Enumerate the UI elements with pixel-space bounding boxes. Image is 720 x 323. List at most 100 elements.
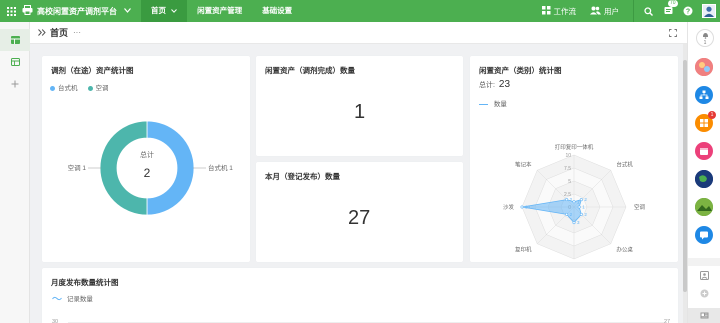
card-title: 月度发布数量统计图 — [51, 278, 119, 287]
toolbar-divider — [633, 0, 634, 22]
notification-button[interactable]: 1 — [696, 29, 714, 47]
user-avatar[interactable] — [702, 4, 716, 18]
more-options-button[interactable]: ··· — [73, 28, 81, 37]
left-sidebar — [0, 22, 30, 323]
radar-category-label: 办公桌 — [616, 245, 633, 253]
calendar-icon — [700, 148, 708, 155]
rail-bottom-button[interactable] — [688, 308, 720, 323]
donut-slice-台式机[interactable] — [146, 120, 195, 216]
message-count-badge: 70 — [668, 0, 678, 7]
radar-category-label: 复印机 — [515, 245, 532, 253]
apps-grid-icon[interactable] — [0, 0, 22, 22]
transfer-completed-card: 闲置资产（调剂完成）数量 1 — [256, 56, 463, 156]
radar-tick-label: 7.5 — [564, 166, 571, 172]
app-add[interactable] — [695, 284, 713, 302]
monthly-registered-count: 27 — [348, 207, 371, 229]
rail-divider — [688, 258, 720, 266]
radar-category-label: 空调 — [634, 203, 646, 211]
app-chat[interactable] — [695, 226, 713, 244]
main-nav: 首页 闲置资产管理 基础设置 — [141, 0, 302, 22]
radar-tick-label: 10 — [565, 153, 571, 159]
chevron-down-icon[interactable] — [124, 7, 131, 15]
app-landscape[interactable] — [695, 198, 713, 216]
table-icon — [10, 58, 20, 66]
radar-chart: 02.557.510121232102打印复印一体机台式机空调办公桌打印机复印机… — [503, 143, 646, 260]
help-icon[interactable]: ? — [682, 5, 694, 17]
brand-title: 高校闲置资产调剂平台 — [37, 6, 117, 16]
apps-icon — [700, 119, 708, 127]
add-nav-item[interactable] — [0, 73, 30, 95]
dashboard-nav-item[interactable] — [0, 29, 30, 51]
donut-total-value: 2 — [144, 166, 151, 180]
nav-idle-assets[interactable]: 闲置资产管理 — [187, 0, 252, 22]
bell-icon — [702, 33, 708, 39]
app-calendar[interactable] — [695, 142, 713, 160]
monthly-trend-card: 月度发布数量统计图 记录数量 30 27 — [42, 268, 678, 323]
id-card-icon — [700, 312, 709, 319]
plus-icon — [11, 80, 19, 88]
radar-point-办公桌[interactable] — [579, 212, 583, 216]
page-header: 首页 ··· — [30, 22, 687, 44]
donut-total-label: 总计 — [140, 150, 154, 159]
radar-category-label: 笔记本 — [515, 161, 532, 169]
users-icon — [590, 6, 601, 17]
radar-point-台式机[interactable] — [579, 198, 583, 202]
radar-category-label: 打印复印一体机 — [555, 143, 594, 151]
search-icon[interactable] — [642, 5, 654, 17]
top-navbar: 高校闲置资产调剂平台 首页 闲置资产管理 基础设置 工作流 用户 70 ? — [0, 0, 720, 22]
dashboard-icon — [10, 36, 20, 44]
contact-card-icon — [699, 270, 709, 280]
radar-category-label: 台式机 — [616, 161, 633, 169]
right-app-rail: 1 1 — [687, 22, 720, 323]
app-avatar-colorful[interactable] — [695, 58, 713, 76]
trend-legend[interactable]: 记录数量 — [52, 293, 93, 303]
radar-point-打印复印一体机[interactable] — [572, 200, 576, 204]
notification-count: 1 — [703, 40, 707, 46]
radar-point-笔记本[interactable] — [565, 198, 569, 202]
top-right-tools: 工作流 用户 70 ? — [541, 0, 720, 22]
monthly-registered-card: 本月（登记发布）数量 27 — [256, 162, 463, 262]
fullscreen-icon[interactable] — [669, 29, 677, 37]
donut-label-desktop: 台式机 1 — [208, 163, 233, 172]
app-org-chart[interactable] — [695, 86, 713, 104]
message-icon — [664, 6, 673, 17]
transfer-in-transit-card: 调剂（在途）资产统计图 台式机 空调 总计 2 空调 1 台式机 1 — [42, 56, 250, 262]
card-title: 闲置资产（调剂完成）数量 — [265, 66, 355, 75]
printer-icon — [22, 5, 33, 17]
radar-tick-label: 5 — [568, 179, 571, 185]
radar-point-复印机[interactable] — [565, 212, 569, 216]
message-button[interactable]: 70 — [662, 0, 678, 17]
double-chevron-right-icon[interactable] — [38, 28, 46, 38]
app-contact-card[interactable] — [695, 266, 713, 284]
svg-text:?: ? — [686, 9, 690, 16]
transfer-completed-count: 1 — [354, 101, 366, 123]
trend-axis-left-tick: 30 — [52, 319, 59, 323]
nav-home[interactable]: 首页 — [141, 0, 188, 22]
main-content: 首页 ··· 调剂（在途）资产统计图 台式机 空调 总计 2 空调 1 台式机 … — [30, 22, 687, 323]
app-earth[interactable] — [695, 170, 713, 188]
user-button[interactable]: 用户 — [590, 6, 619, 17]
chat-icon — [700, 231, 708, 240]
radar-value-label: 10 — [525, 205, 531, 210]
category-stats-card: 闲置资产（类别）统计图 总计: 23 数量 02.557.51012123210… — [470, 56, 678, 262]
radar-category-label: 沙发 — [503, 203, 515, 211]
page-title: 首页 — [50, 28, 69, 38]
donut-slice-空调[interactable] — [99, 120, 148, 216]
app-badge: 1 — [708, 111, 716, 119]
nav-basic-settings[interactable]: 基础设置 — [252, 0, 302, 22]
radar-point-打印机[interactable] — [572, 221, 576, 225]
table-nav-item[interactable] — [0, 51, 30, 73]
wave-icon — [52, 296, 62, 303]
plus-circle-icon — [700, 289, 708, 297]
workflow-icon — [541, 5, 551, 17]
donut-label-aircon: 空调 1 — [68, 163, 87, 172]
app-brand[interactable]: 高校闲置资产调剂平台 — [22, 5, 131, 17]
trend-axis-right-tick: 27 — [664, 319, 671, 323]
app-grid-orange[interactable]: 1 — [695, 111, 716, 132]
workbench-button[interactable]: 工作流 — [541, 5, 576, 17]
donut-chart: 总计 2 空调 1 台式机 1 — [68, 120, 233, 216]
radar-point-沙发[interactable] — [520, 205, 524, 209]
radar-point-空调[interactable] — [577, 205, 581, 209]
card-title: 本月（登记发布）数量 — [265, 172, 340, 181]
org-chart-icon — [699, 90, 709, 99]
